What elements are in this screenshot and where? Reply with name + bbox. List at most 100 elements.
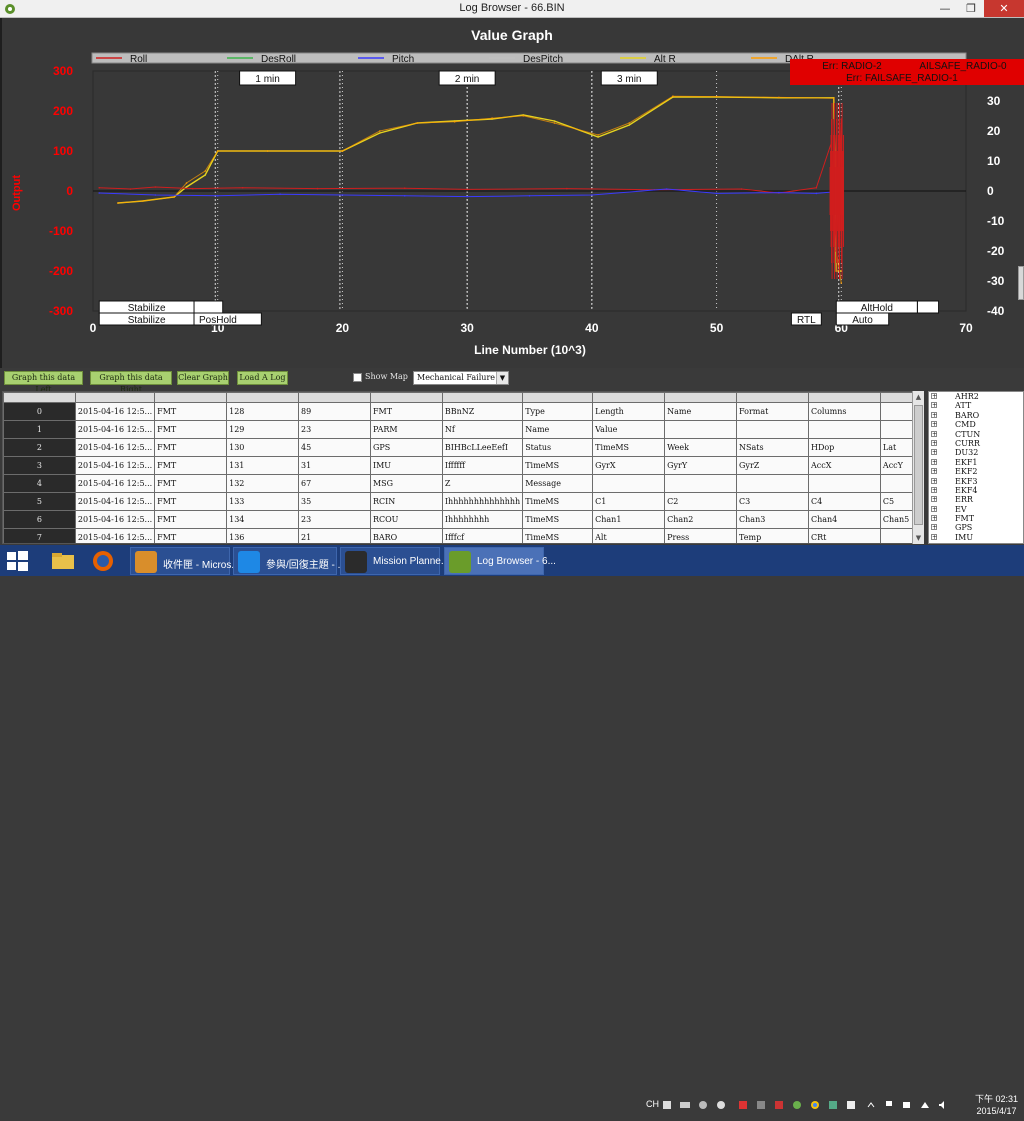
filter-dropdown[interactable]: Mechanical Failure ▼: [413, 371, 509, 385]
table-cell[interactable]: Alt: [592, 528, 666, 543]
table-row[interactable]: 2 2015-04-16 12:5... FMT 130 45 GPS BIHBcLLeeE…: [3, 438, 923, 457]
tree-item[interactable]: + GPS: [929, 523, 1023, 532]
scroll-thumb[interactable]: [914, 405, 923, 525]
tree-item[interactable]: + ERR: [929, 495, 1023, 504]
table-cell[interactable]: [592, 474, 666, 493]
flag-icon[interactable]: [884, 1100, 894, 1110]
table-cell[interactable]: FMT: [369, 402, 443, 421]
row-index[interactable]: 4: [3, 474, 76, 493]
table-cell[interactable]: Ihhhhhhhhhhhhhh: [441, 492, 524, 511]
table-cell[interactable]: Status: [522, 438, 594, 457]
table-cell[interactable]: Length: [592, 402, 666, 421]
table-cell[interactable]: BBnNZ: [441, 402, 524, 421]
keyboard-icon[interactable]: [680, 1100, 690, 1110]
table-cell[interactable]: 67: [298, 474, 371, 493]
table-cell[interactable]: 2015-04-16 12:5...: [74, 420, 156, 439]
table-cell[interactable]: Name: [664, 402, 738, 421]
expand-icon[interactable]: +: [931, 477, 937, 484]
load-log-button[interactable]: Load A Log: [237, 371, 288, 385]
table-cell[interactable]: MSG: [369, 474, 443, 493]
table-cell[interactable]: 2015-04-16 12:5...: [74, 474, 156, 493]
table-cell[interactable]: 2015-04-16 12:5...: [74, 456, 156, 475]
table-cell[interactable]: Chan1: [592, 510, 666, 529]
clear-graph-button[interactable]: Clear Graph: [177, 371, 229, 385]
table-cell[interactable]: GyrX: [592, 456, 666, 475]
table-cell[interactable]: RCOU: [369, 510, 443, 529]
table-cell[interactable]: FMT: [154, 438, 228, 457]
log-table[interactable]: 0 2015-04-16 12:5... FMT 128 89 FMT BBnNZ Type L…: [2, 391, 924, 544]
table-cell[interactable]: 2015-04-16 12:5...: [74, 510, 156, 529]
table-cell[interactable]: GPS: [369, 438, 443, 457]
expand-icon[interactable]: +: [931, 505, 937, 512]
table-row[interactable]: 0 2015-04-16 12:5... FMT 128 89 FMT BBnNZ Type L…: [3, 402, 923, 421]
table-cell[interactable]: C3: [736, 492, 809, 511]
table-cell[interactable]: [807, 474, 881, 493]
table-cell[interactable]: TimeMS: [592, 438, 666, 457]
music-icon[interactable]: [792, 1100, 802, 1110]
table-cell[interactable]: RCIN: [369, 492, 443, 511]
table-cell[interactable]: HDop: [807, 438, 881, 457]
table-cell[interactable]: 130: [226, 438, 300, 457]
scroll-up-icon[interactable]: ▲: [913, 391, 924, 403]
table-cell[interactable]: 133: [226, 492, 300, 511]
taskbar-app[interactable]: Mission Planne...: [340, 547, 449, 575]
expand-icon[interactable]: +: [931, 430, 937, 437]
tree-item[interactable]: + CMD: [929, 420, 1023, 429]
volume-icon[interactable]: [938, 1100, 948, 1110]
taskbar-app[interactable]: 參與/回復主題 - ...: [233, 547, 346, 575]
value-graph-chart[interactable]: Value Graph Output Line Number (10^3) Ro…: [0, 18, 1024, 368]
table-cell[interactable]: Week: [664, 438, 738, 457]
tree-item[interactable]: + CTUN: [929, 430, 1023, 439]
expand-icon[interactable]: +: [931, 393, 937, 400]
system-clock[interactable]: 下午 02:31 2015/4/17: [975, 1093, 1018, 1117]
table-cell[interactable]: TimeMS: [522, 492, 594, 511]
table-cell[interactable]: TimeMS: [522, 456, 594, 475]
table-cell[interactable]: 35: [298, 492, 371, 511]
tree-item[interactable]: + EV: [929, 505, 1023, 514]
row-index[interactable]: 3: [3, 456, 76, 475]
table-row[interactable]: 6 2015-04-16 12:5... FMT 134 23 RCOU Ihhhhhhhh…: [3, 510, 923, 529]
table-cell[interactable]: FMT: [154, 474, 228, 493]
expand-icon[interactable]: +: [931, 421, 937, 428]
table-cell[interactable]: C4: [807, 492, 881, 511]
table-cell[interactable]: NSats: [736, 438, 809, 457]
scroll-down-icon[interactable]: ▼: [913, 532, 924, 544]
chrome-icon[interactable]: [810, 1100, 820, 1110]
table-cell[interactable]: [807, 420, 881, 439]
table-cell[interactable]: Type: [522, 402, 594, 421]
table-cell[interactable]: BARO: [369, 528, 443, 543]
table-cell[interactable]: C1: [592, 492, 666, 511]
table-cell[interactable]: Ifffcf: [441, 528, 524, 543]
maximize-button[interactable]: ❐: [958, 0, 984, 17]
expand-icon[interactable]: +: [931, 515, 937, 522]
language-indicator[interactable]: CH: [646, 1099, 659, 1109]
table-cell[interactable]: 134: [226, 510, 300, 529]
table-row[interactable]: 7 2015-04-16 12:5... FMT 136 21 BARO Ifffcf Tim…: [3, 528, 923, 543]
table-cell[interactable]: CRt: [807, 528, 881, 543]
table-cell[interactable]: 89: [298, 402, 371, 421]
table-cell[interactable]: Name: [522, 420, 594, 439]
antivirus-icon[interactable]: [738, 1100, 748, 1110]
file-explorer-icon[interactable]: [48, 549, 78, 573]
table-cell[interactable]: FMT: [154, 456, 228, 475]
row-index[interactable]: 7: [3, 528, 76, 543]
row-index[interactable]: 2: [3, 438, 76, 457]
table-cell[interactable]: IMU: [369, 456, 443, 475]
table-cell[interactable]: PARM: [369, 420, 443, 439]
row-index[interactable]: 5: [3, 492, 76, 511]
table-cell[interactable]: [664, 474, 738, 493]
tree-item[interactable]: + BARO: [929, 411, 1023, 420]
expand-icon[interactable]: +: [931, 533, 937, 540]
tree-item[interactable]: + FMT: [929, 514, 1023, 523]
table-cell[interactable]: TimeMS: [522, 528, 594, 543]
tree-item[interactable]: + DU32: [929, 448, 1023, 457]
windows-start-icon[interactable]: [4, 549, 30, 573]
value-graph-panel[interactable]: Value Graph Output Line Number (10^3) Ro…: [0, 18, 1024, 368]
tree-item[interactable]: + CURR: [929, 439, 1023, 448]
table-row[interactable]: 3 2015-04-16 12:5... FMT 131 31 IMU Iffffff Tim…: [3, 456, 923, 475]
row-index[interactable]: 0: [3, 402, 76, 421]
row-index[interactable]: 6: [3, 510, 76, 529]
expand-icon[interactable]: +: [931, 486, 937, 493]
table-cell[interactable]: 2015-04-16 12:5...: [74, 492, 156, 511]
expand-icon[interactable]: +: [931, 439, 937, 446]
